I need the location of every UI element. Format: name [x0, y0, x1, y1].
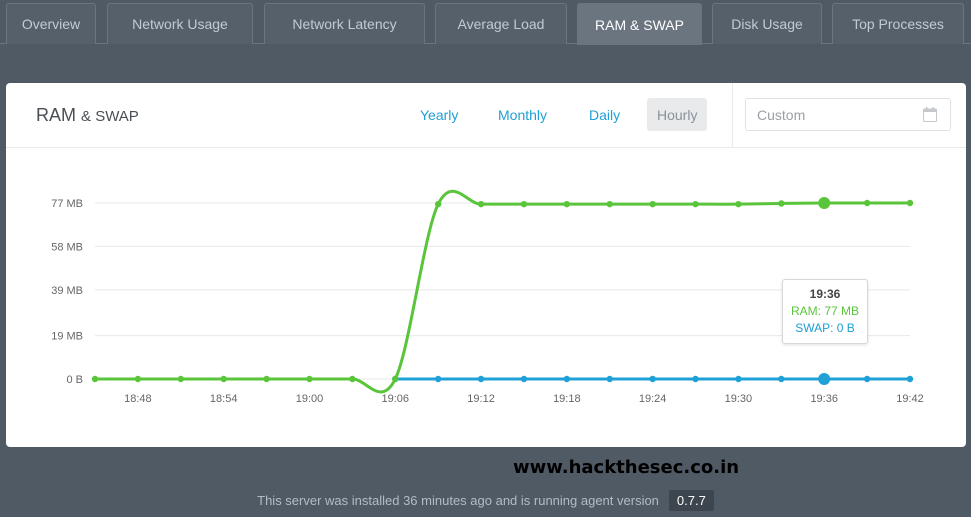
- card-title-sub: & SWAP: [81, 108, 139, 125]
- card-header: RAM & SWAP Yearly Monthly Daily Hourly: [6, 83, 966, 148]
- swap-point: [520, 375, 528, 383]
- custom-date-input[interactable]: [745, 98, 951, 131]
- x-tick-label: 19:36: [810, 393, 838, 405]
- ram-point: [692, 200, 699, 208]
- range-hourly-button[interactable]: Hourly: [647, 98, 708, 131]
- x-tick-label: 19:18: [553, 393, 581, 405]
- ram-point: [863, 199, 871, 207]
- tooltip-swap: SWAP: 0 B: [795, 321, 855, 335]
- y-tick-label: 19 MB: [51, 331, 83, 343]
- version-badge: 0.7.7: [668, 489, 714, 511]
- ram-point: [349, 375, 356, 383]
- swap-point: [906, 375, 914, 383]
- tab-bar: Overview Network Usage Network Latency A…: [0, 0, 971, 45]
- tab-network-latency[interactable]: Network Latency: [264, 3, 425, 44]
- card-title: RAM & SWAP: [36, 105, 139, 126]
- swap-point: [778, 375, 785, 383]
- tab-ram-swap[interactable]: RAM & SWAP: [577, 3, 702, 45]
- ram-point: [220, 375, 227, 383]
- calendar-icon[interactable]: [923, 107, 937, 122]
- ram-point: [177, 375, 184, 383]
- x-tick-label: 18:48: [124, 393, 152, 405]
- ram-point: [563, 200, 571, 208]
- swap-point: [477, 375, 485, 383]
- ram-point: [263, 375, 270, 383]
- chart-area: 0 B 19 MB 39 MB 58 MB 77 MB 18:48 18:54 19:00 1…: [6, 149, 966, 447]
- ram-point: [520, 200, 528, 208]
- y-tick-label: 77 MB: [51, 198, 83, 210]
- x-tick-label: 19:30: [725, 393, 753, 405]
- range-monthly-button[interactable]: Monthly: [488, 98, 557, 131]
- x-tick-label: 19:24: [639, 393, 667, 405]
- ram-point: [477, 200, 485, 208]
- ram-point: [906, 199, 914, 207]
- swap-point: [818, 373, 831, 385]
- ram-swap-card: RAM & SWAP Yearly Monthly Daily Hourly 0…: [6, 83, 966, 447]
- card-title-main: RAM: [36, 105, 76, 125]
- y-tick-label: 39 MB: [51, 285, 83, 297]
- swap-point: [563, 375, 571, 383]
- x-tick-label: 19:06: [381, 393, 409, 405]
- swap-point: [863, 375, 871, 383]
- tab-disk-usage[interactable]: Disk Usage: [712, 3, 822, 44]
- watermark: www.hackthesec.co.in: [513, 457, 740, 478]
- chart-tooltip: 19:36 RAM: 77 MB SWAP: 0 B: [782, 279, 868, 344]
- x-tick-label: 19:12: [467, 393, 495, 405]
- ram-point: [392, 375, 399, 383]
- y-axis-ticks: 0 B 19 MB 39 MB 58 MB 77 MB: [51, 198, 83, 386]
- range-yearly-button[interactable]: Yearly: [410, 98, 468, 131]
- ram-point: [818, 197, 831, 209]
- x-tick-label: 18:54: [210, 393, 238, 405]
- swap-point: [649, 375, 656, 383]
- y-tick-label: 0 B: [66, 374, 83, 386]
- ram-point: [735, 200, 742, 208]
- tab-network-usage[interactable]: Network Usage: [107, 3, 253, 44]
- swap-point: [434, 375, 442, 383]
- ram-point: [306, 375, 313, 383]
- ram-point: [91, 375, 99, 383]
- y-tick-label: 58 MB: [51, 241, 83, 253]
- tab-overview[interactable]: Overview: [6, 3, 96, 44]
- ram-point: [134, 375, 142, 383]
- swap-point: [692, 375, 699, 383]
- tab-average-load[interactable]: Average Load: [435, 3, 567, 44]
- swap-point: [606, 375, 613, 383]
- ram-point: [649, 200, 656, 208]
- x-tick-label: 19:42: [896, 393, 924, 405]
- tooltip-time: 19:36: [809, 287, 841, 301]
- swap-point: [735, 375, 742, 383]
- range-daily-button[interactable]: Daily: [579, 98, 630, 131]
- x-tick-label: 19:00: [296, 393, 324, 405]
- tooltip-ram: RAM: 77 MB: [790, 304, 859, 318]
- ram-point: [778, 200, 785, 207]
- ram-point: [434, 200, 442, 208]
- tab-top-processes[interactable]: Top Processes: [832, 3, 964, 44]
- header-divider: [732, 83, 733, 148]
- footer-text: This server was installed 36 minutes ago…: [257, 492, 659, 508]
- x-axis-ticks: 18:48 18:54 19:00 19:06 19:12 19:18 19:24 19:30…: [124, 393, 924, 405]
- footer: This server was installed 36 minutes ago…: [0, 488, 971, 512]
- ram-point: [606, 200, 613, 208]
